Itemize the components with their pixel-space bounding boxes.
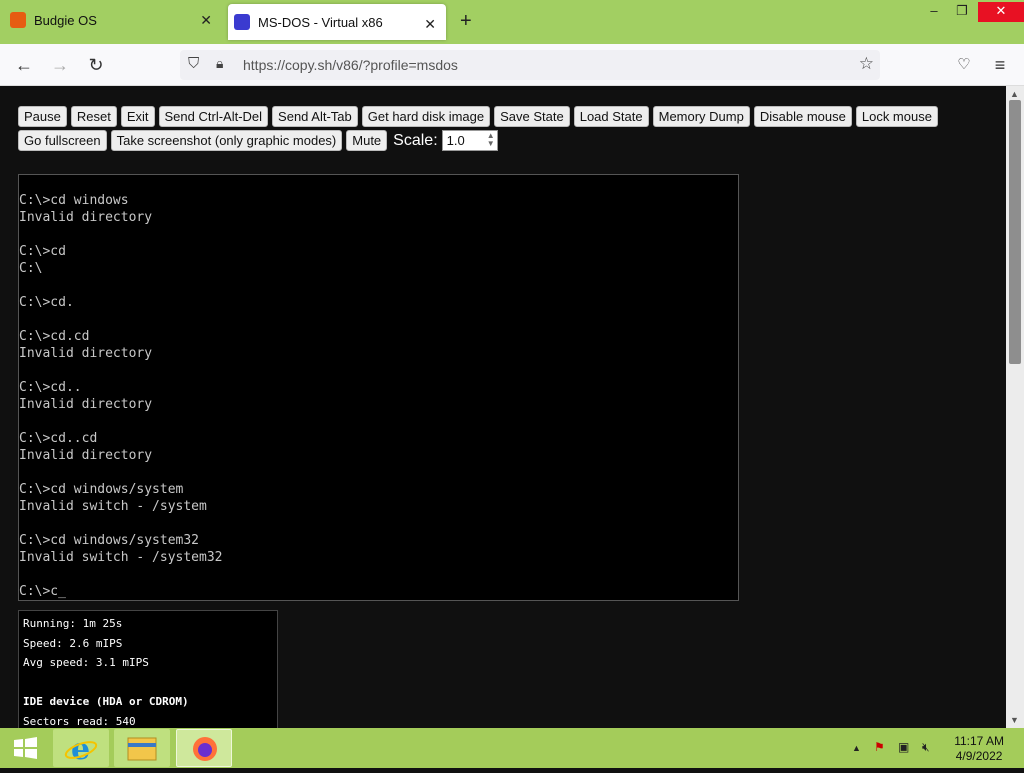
go-fullscreen-button[interactable]: Go fullscreen xyxy=(18,130,107,151)
forward-arrow-icon[interactable]: → xyxy=(48,53,72,77)
send-ctrl-alt-del-button[interactable]: Send Ctrl-Alt-Del xyxy=(158,106,269,127)
scroll-up-arrow-icon[interactable]: ▲ xyxy=(1010,89,1019,99)
controls-row-2: Go fullscreen Take screenshot (only graph… xyxy=(18,130,498,151)
take-screenshot-only-graphic-modes-button[interactable]: Take screenshot (only graphic modes) xyxy=(110,130,343,151)
avg-speed: Avg speed: 3.1 mIPS xyxy=(23,656,149,669)
system-clock[interactable]: 11:17 AM 4/9/2022 xyxy=(954,734,1004,764)
scroll-down-arrow-icon[interactable]: ▼ xyxy=(1010,715,1019,725)
terminal-line: C:\>cd windows/system xyxy=(19,482,184,497)
bookmark-star-icon[interactable]: ☆ xyxy=(859,54,874,74)
new-tab-button[interactable]: + xyxy=(460,10,472,33)
internet-explorer-icon[interactable]: e xyxy=(53,729,109,767)
mute-button[interactable]: Mute xyxy=(346,130,388,151)
scale-label: Scale: xyxy=(393,131,438,149)
navigation-bar: ← → ↻ ⛉ 🔒︎ https://copy.sh/v86/?profile=… xyxy=(0,44,1024,86)
menu-icon[interactable]: ≡ xyxy=(988,53,1012,77)
v86-favicon xyxy=(234,14,250,30)
terminal-line: C:\>c_ xyxy=(19,584,66,599)
reload-icon[interactable]: ↻ xyxy=(84,53,108,77)
start-button[interactable] xyxy=(2,729,48,767)
terminal-line: C:\ xyxy=(19,261,43,276)
emulator-screen[interactable]: C:\>cd windows Invalid directory C:\>cd C:\… xyxy=(18,174,739,601)
tab-msdos[interactable]: MS-DOS - Virtual x86 ✕ xyxy=(228,4,446,40)
spinner-arrows-icon[interactable]: ▲ ▼ xyxy=(487,132,495,148)
terminal-line: Invalid directory xyxy=(19,346,153,361)
tab-strip: Budgie OS ✕ MS-DOS - Virtual x86 ✕ + – ❐… xyxy=(0,0,1024,44)
vertical-scrollbar[interactable]: ▲ ▼ xyxy=(1006,86,1024,728)
terminal-line: Invalid switch - /system xyxy=(19,499,207,514)
clock-date: 4/9/2022 xyxy=(955,749,1003,763)
url-bar[interactable]: ⛉ 🔒︎ https://copy.sh/v86/?profile=msdos … xyxy=(180,50,880,80)
running-time: Running: 1m 25s xyxy=(23,617,123,630)
show-hidden-icons-icon[interactable]: ▲ xyxy=(852,743,861,753)
speed: Speed: 2.6 mIPS xyxy=(23,636,123,650)
volume-muted-icon[interactable]: 🔇︎ xyxy=(922,740,930,755)
terminal-line: Invalid directory xyxy=(19,210,153,225)
taskbar: e ▲ ⚑ ▣ 🔇︎ 11:17 AM 4/9/2022 xyxy=(0,728,1024,768)
scrollbar-thumb[interactable] xyxy=(1009,100,1021,364)
ide-device-header: IDE device (HDA or CDROM) xyxy=(23,695,189,708)
lock-mouse-button[interactable]: Lock mouse xyxy=(855,106,938,127)
pause-button[interactable]: Pause xyxy=(18,106,67,127)
send-alt-tab-button[interactable]: Send Alt-Tab xyxy=(272,106,358,127)
load-state-button[interactable]: Load State xyxy=(573,106,649,127)
terminal-line: C:\>cd xyxy=(19,244,66,259)
emulator-info-panel: Running: 1m 25s Speed: 2.6 mIPS Avg spee… xyxy=(18,610,278,740)
terminal-line: C:\>cd windows/system32 xyxy=(19,533,200,548)
terminal-line: C:\>cd.. xyxy=(19,380,82,395)
minimize-button[interactable]: – xyxy=(920,2,948,22)
terminal-line: Invalid directory xyxy=(19,448,153,463)
terminal-line: C:\>cd. xyxy=(19,295,74,310)
shield-icon[interactable]: ⛉ xyxy=(188,55,199,72)
lock-icon[interactable]: 🔒︎ xyxy=(216,55,223,72)
terminal-line: Invalid directory xyxy=(19,397,153,412)
terminal-line: C:\>cd.cd xyxy=(19,329,90,344)
controls-row-1: Pause Reset Exit Send Ctrl-Alt-Del Send Alt-… xyxy=(18,106,938,127)
clock-time: 11:17 AM xyxy=(954,734,1004,748)
tab-title: MS-DOS - Virtual x86 xyxy=(258,14,383,30)
tab-budgie-os[interactable]: Budgie OS ✕ xyxy=(4,0,222,40)
terminal-line: C:\>cd windows xyxy=(19,193,129,208)
pocket-icon[interactable]: ♡ xyxy=(952,53,976,77)
back-arrow-icon[interactable]: ← xyxy=(12,53,36,77)
terminal-line: C:\>cd..cd xyxy=(19,431,98,446)
scale-value: 1.0 xyxy=(446,133,465,148)
windows-logo-icon xyxy=(14,737,37,759)
get-hard-disk-image-button[interactable]: Get hard disk image xyxy=(361,106,491,127)
tab-title: Budgie OS xyxy=(34,12,97,28)
close-tab-icon[interactable]: ✕ xyxy=(200,12,212,28)
scale-input[interactable]: 1.0 ▲ ▼ xyxy=(441,130,498,151)
svg-text:e: e xyxy=(71,732,90,767)
exit-button[interactable]: Exit xyxy=(120,106,155,127)
disable-mouse-button[interactable]: Disable mouse xyxy=(753,106,852,127)
restore-button[interactable]: ❐ xyxy=(948,2,976,22)
reset-button[interactable]: Reset xyxy=(70,106,117,127)
file-explorer-icon[interactable] xyxy=(114,729,170,767)
budgie-os-favicon xyxy=(10,12,26,28)
close-tab-icon[interactable]: ✕ xyxy=(424,16,436,32)
url-text[interactable]: https://copy.sh/v86/?profile=msdos xyxy=(243,57,458,73)
action-center-icon[interactable]: ⚑ xyxy=(874,740,885,754)
save-state-button[interactable]: Save State xyxy=(494,106,570,127)
close-window-button[interactable]: ✕ xyxy=(978,2,1024,22)
memory-dump-button[interactable]: Memory Dump xyxy=(652,106,750,127)
firefox-icon[interactable] xyxy=(176,729,232,767)
terminal-line: Invalid switch - /system32 xyxy=(19,550,223,565)
network-icon[interactable]: ▣ xyxy=(898,740,909,754)
